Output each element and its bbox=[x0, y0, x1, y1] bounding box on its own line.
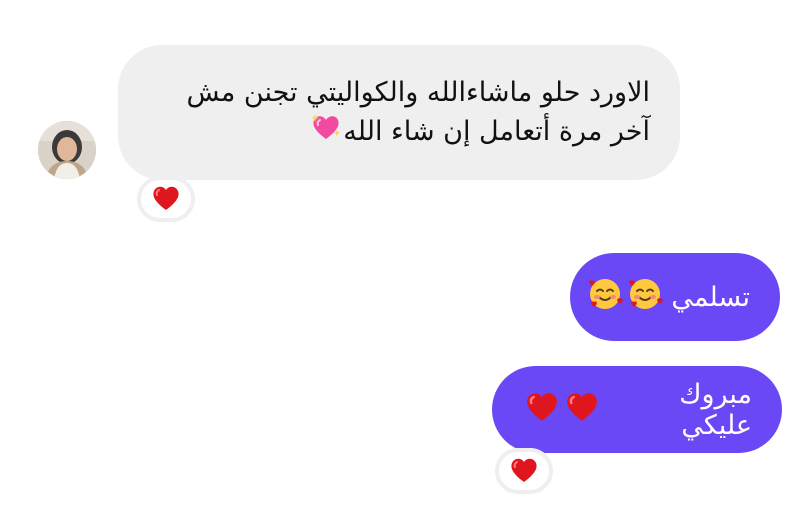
sender-avatar[interactable] bbox=[38, 121, 96, 179]
message-reaction-1[interactable] bbox=[137, 176, 195, 222]
sparkling-heart-icon bbox=[311, 113, 341, 152]
smiling-face-with-hearts-icon bbox=[587, 276, 624, 319]
outgoing-message-bubble-2[interactable]: مبروك عليكي bbox=[492, 366, 782, 453]
incoming-message-line-2: آخر مرة أتعامل إن شاء الله bbox=[148, 112, 650, 152]
incoming-message-line-2-text: آخر مرة أتعامل إن شاء الله bbox=[343, 116, 650, 147]
red-heart-icon bbox=[151, 184, 181, 215]
red-heart-icon bbox=[564, 390, 600, 429]
incoming-message-bubble[interactable]: الاورد حلو ماشاءالله والكواليتي تجنن مش … bbox=[118, 45, 680, 180]
outgoing-message-2-text: مبروك عليكي bbox=[679, 378, 752, 441]
chat-thread: الاورد حلو ماشاءالله والكواليتي تجنن مش … bbox=[0, 0, 800, 507]
avatar-photo bbox=[38, 121, 96, 179]
red-heart-icon bbox=[509, 456, 539, 487]
outgoing-message-1-text: تسلمي bbox=[671, 281, 750, 313]
incoming-message-line-1: الاورد حلو ماشاءالله والكواليتي تجنن مش bbox=[186, 77, 650, 108]
red-heart-icon bbox=[524, 390, 560, 429]
smiling-face-with-hearts-icon bbox=[627, 276, 664, 319]
outgoing-message-bubble-1[interactable]: تسلمي bbox=[570, 253, 780, 341]
message-reaction-2[interactable] bbox=[495, 448, 553, 494]
